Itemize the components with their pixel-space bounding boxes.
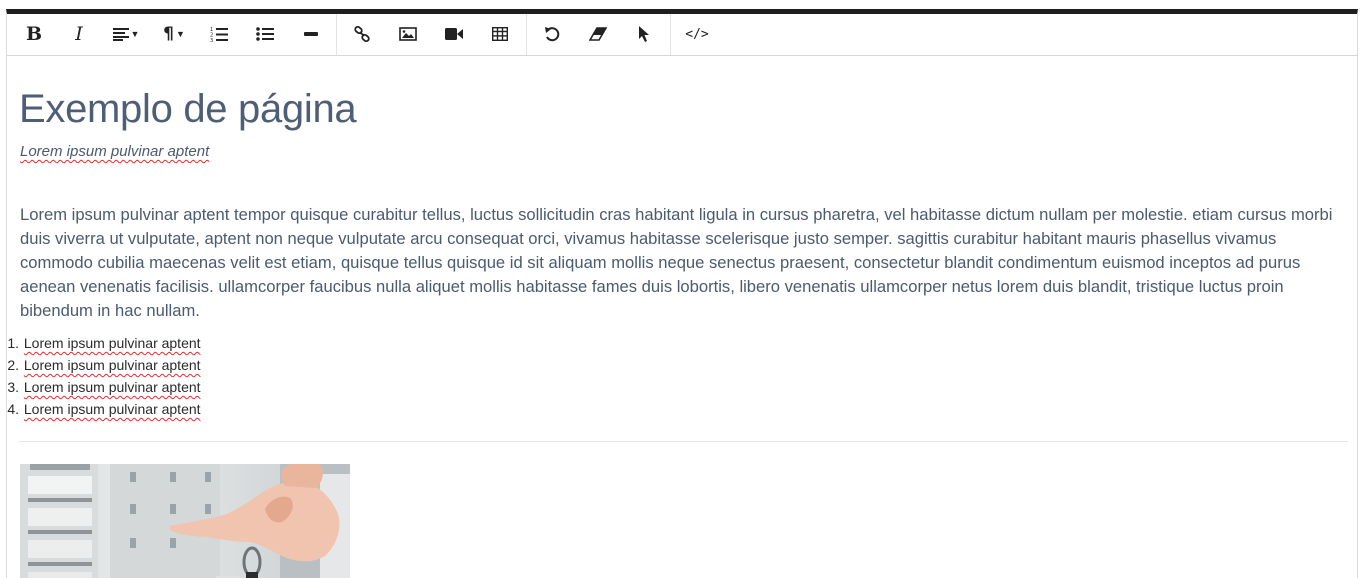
video-button[interactable]: [434, 18, 474, 50]
editor-toolbar: B I ▼ ¶ ▼ 1 2 3 </>: [7, 14, 1357, 56]
bold-button[interactable]: B: [14, 18, 54, 50]
ordered-list-icon: 1 2 3: [210, 27, 228, 42]
link-button[interactable]: [342, 18, 382, 50]
table-icon: [492, 27, 508, 41]
photo-keys-hand: [20, 464, 350, 578]
toolbar-separator: [670, 14, 671, 55]
svg-text:3: 3: [210, 38, 213, 42]
list-item: 2. Lorem ipsum pulvinar aptent: [7, 354, 201, 376]
link-icon: [354, 26, 370, 42]
chevron-down-icon: ▼: [175, 29, 185, 39]
body-paragraph: Lorem ipsum pulvinar aptent tempor quisq…: [20, 205, 1333, 320]
table-button[interactable]: [480, 18, 520, 50]
list-item-text: Lorem ipsum pulvinar aptent: [23, 357, 201, 373]
list-item-text: Lorem ipsum pulvinar aptent: [23, 379, 201, 395]
editor-content[interactable]: Exemplo de página Lorem ipsum pulvinar a…: [7, 55, 1348, 578]
italic-button[interactable]: I: [59, 18, 99, 50]
content-image[interactable]: [20, 464, 350, 578]
cursor-icon: [639, 26, 649, 42]
bold-icon: B: [25, 23, 43, 45]
list-item: 1. Lorem ipsum pulvinar aptent: [7, 332, 201, 354]
undo-button[interactable]: [532, 18, 572, 50]
list-item: 4. Lorem ipsum pulvinar aptent: [7, 398, 201, 420]
align-dropdown-button[interactable]: ▼: [106, 18, 146, 50]
unordered-list-button[interactable]: [245, 18, 285, 50]
list-number: 1.: [7, 335, 19, 351]
list-item-text: Lorem ipsum pulvinar aptent: [23, 335, 201, 351]
italic-icon: I: [75, 23, 83, 45]
horizontal-rule-button[interactable]: [291, 18, 331, 50]
code-view-button[interactable]: </>: [677, 18, 717, 50]
list-number: 3.: [7, 379, 19, 395]
list-number: 2.: [7, 357, 19, 373]
eraser-button[interactable]: [578, 18, 618, 50]
video-icon: [445, 28, 463, 40]
list-number: 4.: [7, 401, 19, 417]
align-icon: [112, 27, 129, 41]
eraser-icon: [589, 27, 607, 41]
list-item-text: Lorem ipsum pulvinar aptent: [23, 401, 201, 417]
select-button[interactable]: [624, 18, 664, 50]
undo-icon: [545, 27, 560, 42]
list-item: 3. Lorem ipsum pulvinar aptent: [7, 376, 201, 398]
toolbar-separator: [336, 14, 337, 55]
unordered-list-icon: [256, 27, 274, 41]
page-title: Exemplo de página: [19, 87, 357, 131]
image-icon: [399, 27, 417, 41]
code-icon: </>: [685, 26, 709, 42]
rich-text-editor: B I ▼ ¶ ▼ 1 2 3 </> Exemplo de página Lo…: [6, 9, 1358, 578]
paragraph-dropdown-button[interactable]: ¶ ▼: [154, 18, 194, 50]
ordered-list: 1. Lorem ipsum pulvinar aptent 2. Lorem …: [7, 332, 201, 420]
paragraph-icon: ¶: [163, 24, 174, 44]
horizontal-rule-icon: [304, 32, 318, 36]
subtitle-text: Lorem ipsum pulvinar aptent: [20, 143, 210, 160]
ordered-list-button[interactable]: 1 2 3: [199, 18, 239, 50]
chevron-down-icon: ▼: [130, 29, 140, 39]
horizontal-rule: [19, 441, 1348, 442]
toolbar-separator: [526, 14, 527, 55]
subtitle: Lorem ipsum pulvinar aptent: [20, 143, 209, 160]
image-button[interactable]: [388, 18, 428, 50]
